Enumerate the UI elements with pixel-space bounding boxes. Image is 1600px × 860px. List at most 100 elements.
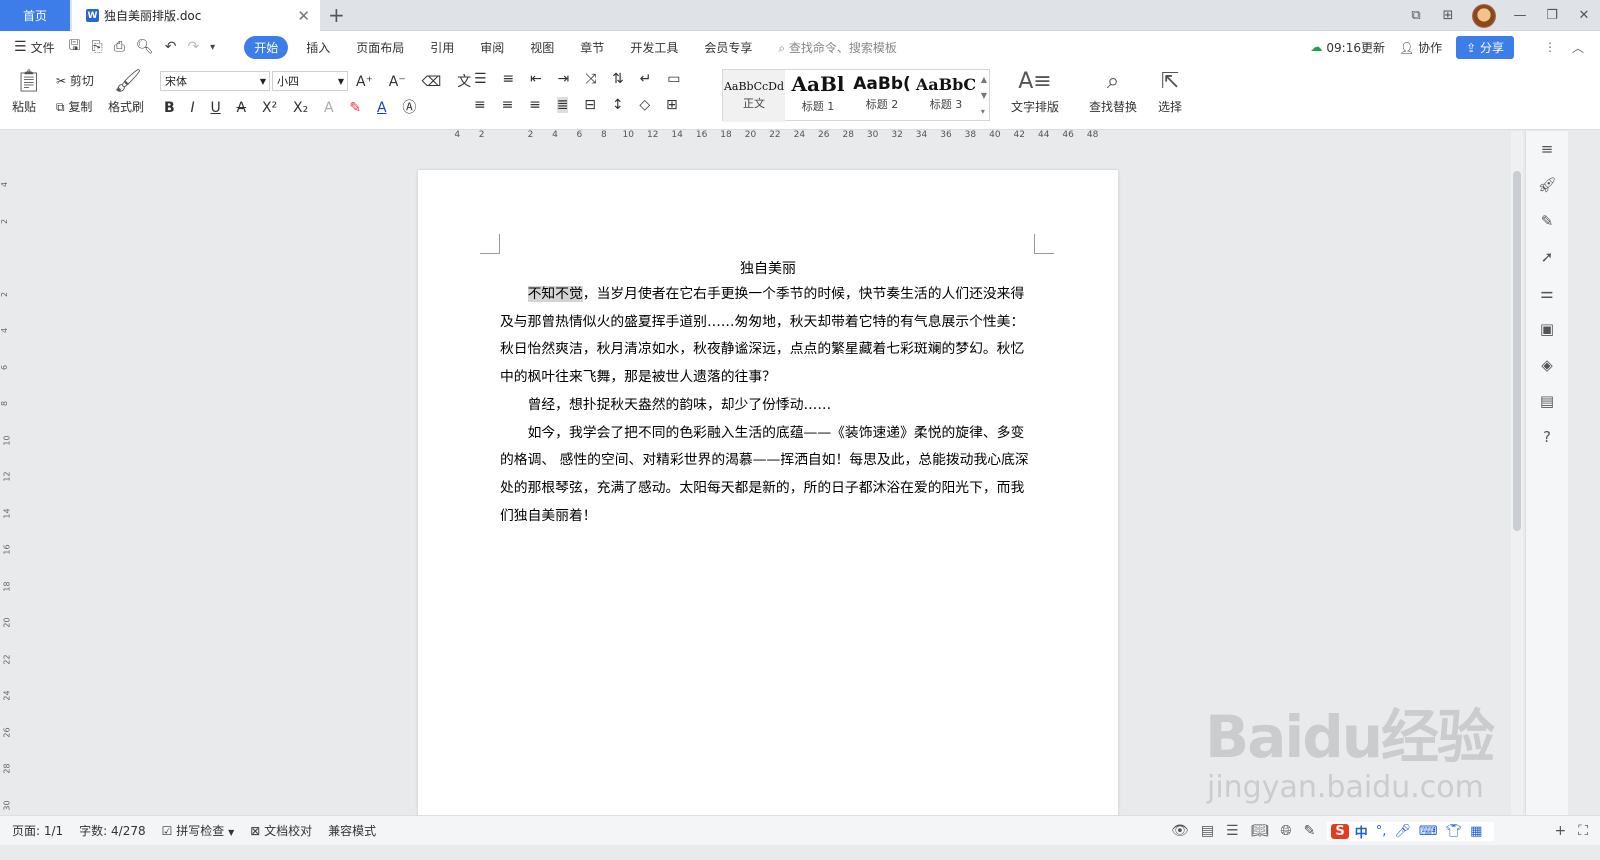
save-icon[interactable]: 🖫 [69, 35, 81, 59]
align-right-icon[interactable]: ≡ [529, 97, 541, 113]
char-border-icon[interactable]: Ⓐ [402, 97, 416, 117]
tab-page-layout[interactable]: 页面布局 [356, 39, 404, 56]
style-heading-2[interactable]: AaBb( 标题 2 [851, 70, 913, 122]
text-effect-icon[interactable]: A [324, 100, 334, 116]
new-tab-icon[interactable]: + [328, 3, 345, 27]
redo-icon[interactable]: ↷ [187, 39, 199, 55]
fullscreen-icon[interactable]: ⛶ [1578, 823, 1588, 839]
paste-button[interactable]: 📋︎ 粘贴 [12, 69, 46, 115]
restore-icon[interactable]: ❐ [1536, 8, 1568, 23]
subscript-icon[interactable]: X₂ [293, 100, 308, 116]
vertical-scrollbar[interactable] [1511, 131, 1523, 815]
more-icon[interactable]: ⋮ [1544, 40, 1556, 54]
shading-icon[interactable]: ◇ [639, 97, 650, 113]
grow-font-icon[interactable]: A⁺ [356, 74, 373, 90]
superscript-icon[interactable]: X² [262, 100, 277, 116]
document-title[interactable]: 独自美丽 [418, 258, 1118, 278]
ime-punct-icon[interactable]: °, [1376, 824, 1387, 839]
command-search[interactable]: ⌕ 查找命令、搜索模板 [778, 39, 897, 56]
format-painter-button[interactable]: 🖌︎ 格式刷 [108, 69, 148, 115]
doc-proofread[interactable]: ⊠ 文档校对 [250, 822, 312, 839]
share-button[interactable]: ⇪ 分享 [1456, 35, 1514, 59]
show-marks-icon[interactable]: ↵ [640, 71, 652, 87]
window-close-icon[interactable]: ✕ [1568, 8, 1600, 23]
tab-developer[interactable]: 开发工具 [630, 39, 678, 56]
decrease-indent-icon[interactable]: ⇤ [530, 71, 542, 87]
tab-references[interactable]: 引用 [430, 39, 454, 56]
undo-icon[interactable]: ↶ [165, 39, 177, 55]
tab-section[interactable]: 章节 [580, 39, 604, 56]
select-button[interactable]: ⇱ 选择 [1150, 69, 1190, 115]
zoom-in-icon[interactable]: + [1554, 823, 1566, 839]
style-normal[interactable]: AaBbCcDd 正文 [723, 70, 785, 122]
apps-grid-icon[interactable]: ⊞ [1432, 8, 1464, 23]
export-pdf-icon[interactable]: ⎘ [92, 39, 103, 55]
paragraph[interactable]: 不知不觉，当岁月使者在它右手更换一个季节的时候，快节奏生活的人们还没来得及与那曾… [500, 281, 1034, 392]
numbered-list-icon[interactable]: ≡ [502, 71, 514, 87]
cut-button[interactable]: ✂ 剪切 [56, 72, 94, 89]
copy-button[interactable]: ⧉ 复制 [56, 98, 92, 115]
vertical-ruler[interactable]: 4 2 2 4 6 8 10 12 14 16 18 20 22 24 26 28 30 [0, 150, 16, 810]
font-size-select[interactable]: 小四 ▼ [272, 71, 348, 91]
pointer-icon[interactable]: ➚ [1526, 239, 1568, 275]
increase-indent-icon[interactable]: ⇥ [558, 71, 570, 87]
page-count[interactable]: 页面: 1/1 [12, 822, 63, 839]
image-icon[interactable]: ▣ [1526, 311, 1568, 347]
find-replace-button[interactable]: ⌕ 查找替换 [1084, 69, 1142, 115]
outline-view-icon[interactable]: ☰ [1226, 823, 1239, 839]
strikethrough-icon[interactable]: A [237, 100, 247, 116]
align-center-icon[interactable]: ≡ [502, 97, 514, 113]
file-menu[interactable]: ☰ 文件 [14, 39, 55, 56]
customize-icon[interactable]: ▾ [210, 42, 215, 53]
paragraph[interactable]: 曾经，想扑捉秋天盎然的韵味，却少了份悸动…… [500, 392, 1034, 420]
phonetic-icon[interactable]: 文 [457, 71, 471, 91]
tab-home[interactable]: 首页 [0, 0, 70, 31]
minimize-icon[interactable]: — [1504, 8, 1536, 23]
bold-icon[interactable]: B [164, 100, 175, 116]
highlight-color-icon[interactable]: ✎ [349, 100, 361, 116]
page-view-icon[interactable]: ▤ [1201, 823, 1214, 839]
style-heading-3[interactable]: AaBbC 标题 3 [915, 70, 977, 122]
compass-icon[interactable]: ◈ [1526, 347, 1568, 383]
table-border-icon[interactable]: ▭ [667, 71, 680, 87]
avatar[interactable] [1472, 3, 1496, 28]
layout-icon[interactable]: ⧉ [1400, 8, 1432, 23]
borders-icon[interactable]: ⊞ [666, 97, 678, 113]
close-icon[interactable]: ✕ [297, 7, 310, 25]
rocket-icon[interactable]: 🚀︎ [1526, 167, 1568, 203]
style-heading-1[interactable]: AaBl 标题 1 [787, 70, 849, 122]
ime-toolbox-icon[interactable]: ▦ [1470, 824, 1482, 839]
shrink-font-icon[interactable]: A⁻ [389, 74, 406, 90]
line-spacing-icon[interactable]: ↕ [612, 97, 624, 113]
collab-button[interactable]: 👤︎ 协作 [1399, 39, 1442, 56]
italic-icon[interactable]: I [191, 100, 195, 116]
chinese-layout-icon[interactable]: ⤨ [585, 71, 596, 87]
text-layout-button[interactable]: A≡ 文字排版 [1006, 69, 1064, 115]
ime-chinese-toggle[interactable]: 中 [1355, 822, 1368, 841]
align-justify-icon[interactable]: ≣ [556, 97, 569, 113]
eye-protection-icon[interactable]: 👁︎ [1171, 823, 1189, 839]
distribute-icon[interactable]: ⊟ [584, 97, 596, 113]
tab-member[interactable]: 会员专享 [704, 39, 752, 56]
print-preview-icon[interactable]: 🔍︎ [136, 39, 154, 55]
input-method-bar[interactable]: S 中 °, 🎤︎ ⌨ 👕︎ ▦ [1327, 821, 1495, 841]
paragraph[interactable]: 如今，我学会了把不同的色彩融入生活的底蕴——《装饰速递》柔悦的旋律、多变的格调、… [500, 420, 1034, 531]
selected-text[interactable]: 不知不觉 [527, 286, 583, 302]
document-body[interactable]: 不知不觉，当岁月使者在它右手更换一个季节的时候，快节奏生活的人们还没来得及与那曾… [500, 281, 1034, 530]
spell-check[interactable]: ☑ 拼写检查 ▼ [162, 822, 235, 839]
reading-view-icon[interactable]: 📖︎ [1251, 823, 1269, 839]
word-count[interactable]: 字数: 4/278 [79, 822, 145, 839]
sliders-icon[interactable]: ⚌ [1526, 275, 1568, 311]
tab-document[interactable]: W 独自美丽排版.doc ✕ [72, 0, 320, 31]
collapse-ribbon-icon[interactable]: ︿ [1572, 39, 1584, 56]
pen-icon[interactable]: ✎ [1526, 203, 1568, 239]
help-icon[interactable]: ? [1526, 419, 1568, 455]
document-page[interactable]: 独自美丽 不知不觉，当岁月使者在它右手更换一个季节的时候，快节奏生活的人们还没来… [418, 170, 1118, 820]
scrollbar-thumb[interactable] [1513, 171, 1521, 531]
ime-skin-icon[interactable]: 👕︎ [1446, 824, 1463, 839]
tab-review[interactable]: 审阅 [480, 39, 504, 56]
tab-start[interactable]: 开始 [244, 35, 289, 59]
ime-voice-icon[interactable]: 🎤︎ [1394, 824, 1411, 839]
font-color-icon[interactable]: A [377, 100, 387, 116]
clear-format-icon[interactable]: ⌫ [422, 74, 442, 90]
